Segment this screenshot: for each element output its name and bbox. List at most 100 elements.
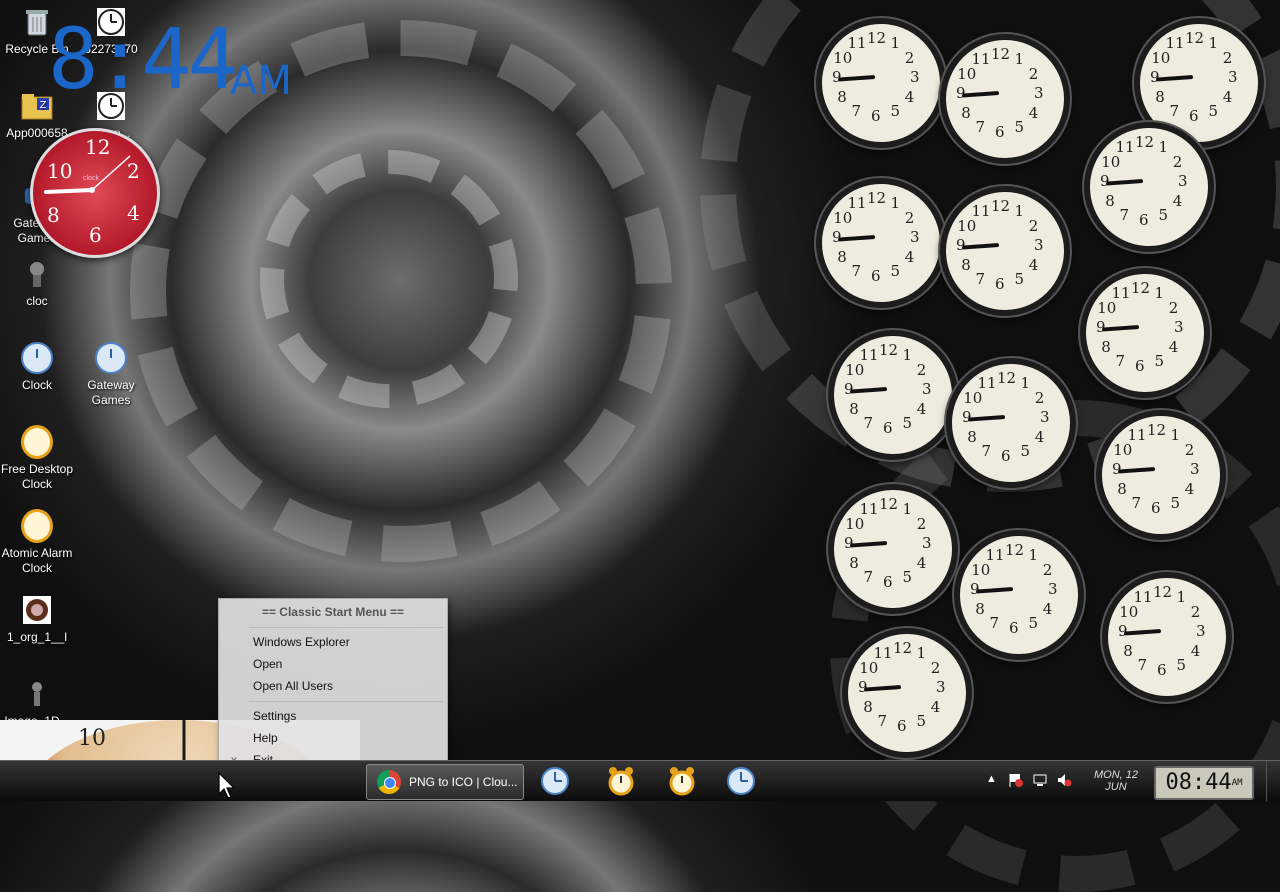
tray-date-line2: JUN	[1105, 781, 1127, 793]
menu-item-open-all-users[interactable]: Open All Users	[253, 679, 333, 693]
desktop-icon-label: 1_org_1__l	[6, 630, 68, 644]
clock-number: 4	[1222, 87, 1233, 106]
red-analog-clock[interactable]: 12 2 4 6 8 10 clock	[30, 128, 160, 258]
clock-number: 3	[922, 380, 932, 398]
clock-number: 11	[873, 644, 893, 663]
tray-digital-clock[interactable]: 08:44AM	[1154, 766, 1254, 800]
clock-number: 1	[890, 194, 901, 213]
clock-number: 8	[1155, 87, 1165, 106]
wallpaper-gear-hub	[260, 150, 518, 408]
clock-number: 1	[902, 500, 913, 519]
analog-clock-gadget[interactable]: 12 1 2 3 4 5 6 7 8 9 10 11	[946, 358, 1076, 488]
clock-number: 6	[995, 275, 1005, 293]
desktop-icon-label: Free Desktop Clock	[0, 462, 74, 491]
clock-number: 5	[902, 567, 913, 586]
analog-clock-gadget[interactable]: 12 1 2 3 4 5 6 7 8 9 10 11	[828, 484, 958, 614]
analog-clock-gadget[interactable]: 12 1 2 3 4 5 6 7 8 9 10 11	[940, 186, 1070, 316]
clock-shortcut-icon	[95, 342, 127, 374]
desktop-icon-atomic-alarm-clock[interactable]: Atomic Alarm Clock	[0, 509, 74, 576]
analog-clock-gadget[interactable]: 12 1 2 3 4 5 6 7 8 9 10 11	[954, 530, 1084, 660]
clock-number: 11	[847, 194, 867, 213]
alarm-clock-icon[interactable]	[667, 766, 697, 796]
clock-number: 8	[967, 427, 977, 446]
clock-number: 11	[1111, 284, 1131, 303]
show-desktop-button[interactable]	[1266, 761, 1280, 801]
clock-number: 8	[849, 399, 859, 418]
tray-date-line1: MON, 12	[1093, 769, 1138, 781]
menu-item-help[interactable]: Help	[253, 731, 278, 745]
tray-date[interactable]: MON, 12 JUN	[1088, 769, 1144, 793]
analog-clock-gadget[interactable]: 12 1 2 3 4 5 6 7 8 9 10 11	[940, 34, 1070, 164]
alarm-clock-icon[interactable]	[606, 766, 636, 796]
digital-clock-time[interactable]: 8:44	[48, 14, 238, 104]
clock-hour-hand	[837, 235, 876, 242]
clock-number: 4	[1028, 103, 1039, 122]
clock-number: 5	[902, 413, 913, 432]
clock-number: 8	[849, 553, 859, 572]
clock-number: 4	[1184, 479, 1195, 498]
desktop-icon-clock[interactable]: Clock	[0, 342, 74, 393]
clock-icon[interactable]	[726, 766, 756, 796]
clock-hour-hand	[849, 541, 888, 548]
clock-hour-hand	[837, 75, 876, 82]
tray-expand-icon[interactable]: ▲	[986, 773, 997, 785]
menu-item-settings[interactable]: Settings	[253, 709, 296, 723]
menu-item-open[interactable]: Open	[253, 657, 282, 671]
clock-number: 7	[1137, 655, 1148, 674]
analog-clock-gadget[interactable]: 12 1 2 3 4 5 6 7 8 9 10 11	[816, 18, 946, 148]
clock-number: 5	[890, 261, 901, 280]
clock-number: 12	[1153, 583, 1173, 601]
clock-number: 1	[1020, 374, 1031, 393]
menu-separator	[249, 627, 443, 628]
clock-number: 2	[1028, 216, 1039, 235]
taskbar: PNG to ICO | Clou... ▲ MON, 12 JUN 08:44…	[0, 760, 1280, 801]
clock-number: 11	[1115, 138, 1135, 157]
taskbar-window-button[interactable]: PNG to ICO | Clou...	[366, 764, 524, 800]
image-file-icon	[21, 678, 53, 710]
flag-icon[interactable]	[1008, 772, 1024, 791]
desktop-icon-1-org[interactable]: 1_org_1__l	[0, 594, 74, 645]
digital-clock-ampm: AM	[230, 58, 292, 104]
desktop-icon-free-desktop-clock[interactable]: Free Desktop Clock	[0, 425, 74, 492]
clock-hour-hand	[1123, 629, 1162, 636]
clock-hour-hand	[961, 243, 1000, 250]
clock-number: 6	[1135, 357, 1145, 375]
clock-number: 7	[1115, 351, 1126, 370]
volume-muted-icon[interactable]	[1056, 772, 1072, 791]
clock-number: 3	[910, 68, 920, 86]
clock-number: 1	[902, 346, 913, 365]
clock-number: 1	[1014, 50, 1025, 69]
desktop-icon-cloc[interactable]: cloc	[0, 258, 74, 309]
clock-number: 12	[879, 341, 899, 359]
desktop-icon-gateway-games-2[interactable]: Gateway Games	[74, 342, 148, 408]
analog-clock-gadget[interactable]: 12 1 2 3 4 5 6 7 8 9 10 11	[1096, 410, 1226, 540]
taskbar-window-title: PNG to ICO | Clou...	[409, 775, 518, 789]
clock-number: 8	[837, 247, 847, 266]
clock-number: 6	[883, 419, 893, 437]
analog-clock-gadget[interactable]: 12 1 2 3 4 5 6 7 8 9 10 11	[1080, 268, 1210, 398]
clock-number: 11	[1165, 34, 1185, 53]
analog-clock-gadget[interactable]: 12 1 2 3 4 5 6 7 8 9 10 11	[1084, 122, 1214, 252]
analog-clock-gadget[interactable]: 12 1 2 3 4 5 6 7 8 9 10 11	[828, 330, 958, 460]
analog-clock-gadget[interactable]: 12 1 2 3 4 5 6 7 8 9 10 11	[1102, 572, 1232, 702]
clock-number: 8	[961, 103, 971, 122]
clock-icon[interactable]	[540, 766, 570, 796]
analog-clock-gadget[interactable]: 12 1 2 3 4 5 6 7 8 9 10 11	[816, 178, 946, 308]
clock-number: 11	[1127, 426, 1147, 445]
clock-hour-hand	[863, 685, 902, 692]
clock-number: 2	[904, 48, 915, 67]
clock-number: 7	[989, 613, 1000, 632]
clock-number: 7	[877, 711, 888, 730]
clock-number: 12	[867, 189, 887, 207]
clock-number: 2	[916, 514, 927, 533]
clock-number: 12	[1135, 133, 1155, 151]
analog-clock-gadget[interactable]: 12 1 2 3 4 5 6 7 8 9 10 11	[842, 628, 972, 758]
network-icon[interactable]	[1032, 772, 1048, 791]
clock-number: 7	[1169, 101, 1180, 120]
clock-number: 3	[1196, 622, 1206, 640]
menu-item-windows-explorer[interactable]: Windows Explorer	[253, 635, 350, 649]
clock-number: 7	[975, 117, 986, 136]
clock-number: 12	[879, 495, 899, 513]
clock-number: 5	[1158, 205, 1169, 224]
clock-hour-hand	[849, 387, 888, 394]
